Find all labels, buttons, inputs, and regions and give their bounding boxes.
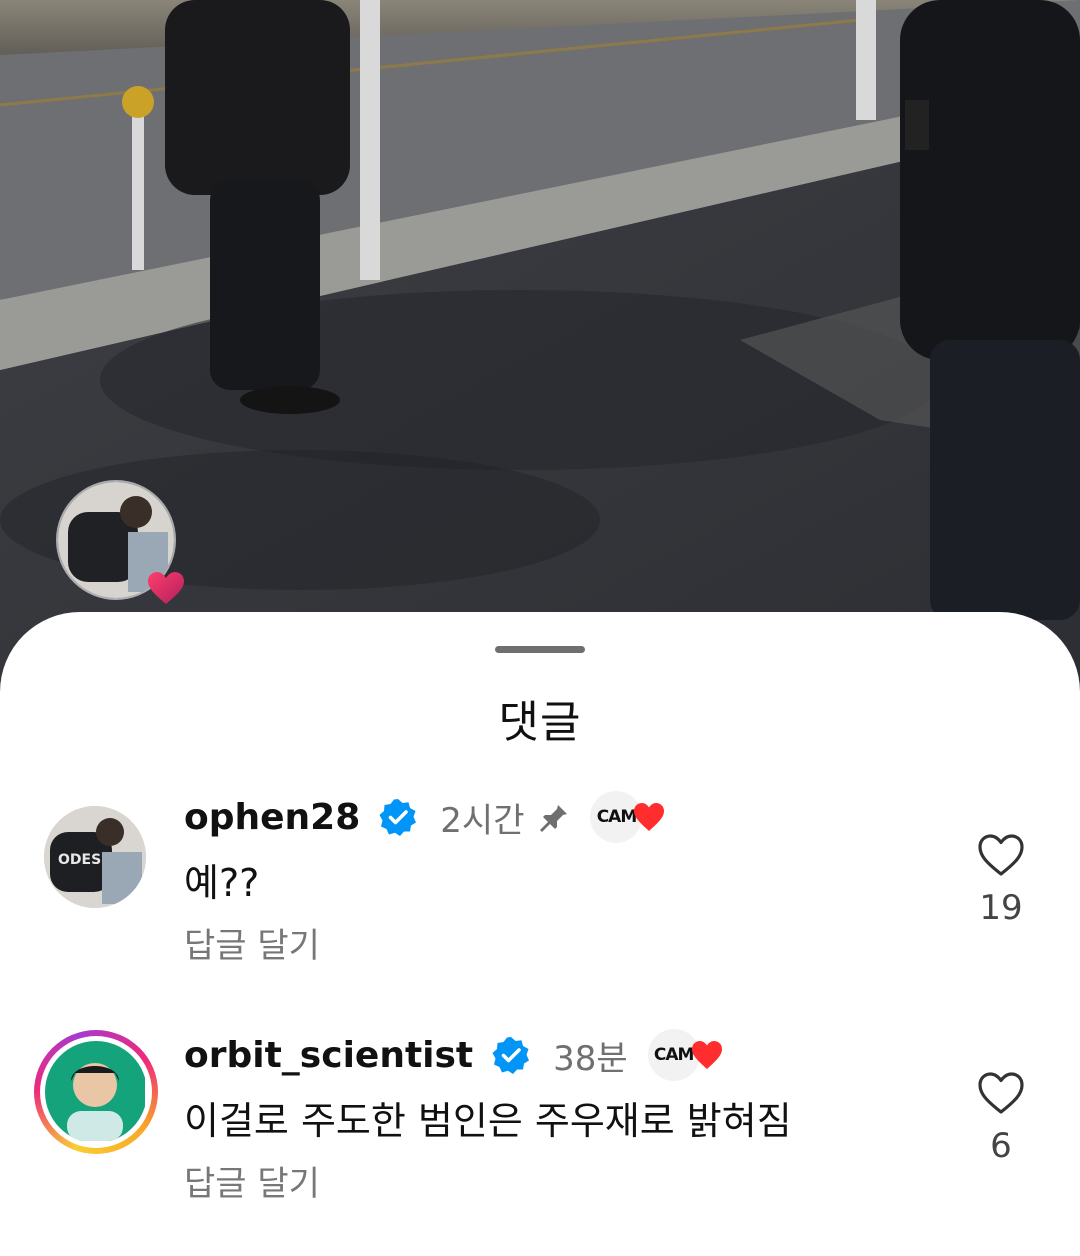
like-button[interactable]: 6 bbox=[958, 1070, 1044, 1166]
comment-item: ODES ophen28 2시간 CAM 예?? 답글 달기 19 bbox=[0, 791, 1080, 992]
cam-badge: CAM bbox=[590, 791, 666, 843]
commenter-avatar[interactable] bbox=[34, 1030, 158, 1154]
commenter-avatar[interactable]: ODES bbox=[44, 806, 146, 908]
comment-time: 2시간 bbox=[440, 800, 525, 841]
reply-button[interactable]: 답글 달기 bbox=[184, 918, 320, 967]
reel-comments-screen: 댓글 ODES ophen28 2시간 CAM 예?? 답글 달기 19 orb… bbox=[0, 0, 1080, 1256]
heart-outline-icon bbox=[978, 1072, 1024, 1114]
heart-filled-icon bbox=[634, 803, 665, 831]
cam-badge: CAM bbox=[647, 1029, 724, 1081]
comment-text: 예?? bbox=[184, 861, 260, 905]
comment-meta: ophen28 2시간 CAM bbox=[184, 791, 666, 843]
like-count: 19 bbox=[979, 888, 1023, 928]
like-count: 6 bbox=[990, 1126, 1012, 1166]
pin-icon bbox=[540, 803, 568, 832]
comment-time: 38분 bbox=[553, 1038, 628, 1079]
like-button[interactable]: 19 bbox=[958, 832, 1044, 928]
heart-filled-icon bbox=[691, 1041, 722, 1069]
comment-meta: orbit_scientist 38분 CAM bbox=[184, 1029, 724, 1081]
verified-badge-icon bbox=[492, 1037, 530, 1074]
story-ring bbox=[40, 1036, 152, 1148]
verified-badge-icon bbox=[379, 799, 417, 836]
sheet-drag-handle[interactable] bbox=[495, 646, 585, 653]
comment-text: 이걸로 주도한 범인은 주우재로 밝혀짐 bbox=[184, 1099, 792, 1143]
reply-button[interactable]: 답글 달기 bbox=[184, 1156, 320, 1205]
svg-text:ODES: ODES bbox=[58, 852, 101, 868]
comments-sheet: 댓글 ODES ophen28 2시간 CAM 예?? 답글 달기 19 orb… bbox=[0, 612, 1080, 1256]
heart-filled-icon bbox=[148, 572, 184, 604]
comment-item: orbit_scientist 38분 CAM 이걸로 주도한 범인은 주우재로… bbox=[0, 1029, 1080, 1230]
sheet-title: 댓글 bbox=[498, 697, 582, 748]
comment-username[interactable]: ophen28 bbox=[184, 797, 360, 838]
avatar-image bbox=[45, 1041, 147, 1143]
comment-username[interactable]: orbit_scientist bbox=[184, 1035, 473, 1076]
heart-outline-icon bbox=[978, 834, 1024, 876]
